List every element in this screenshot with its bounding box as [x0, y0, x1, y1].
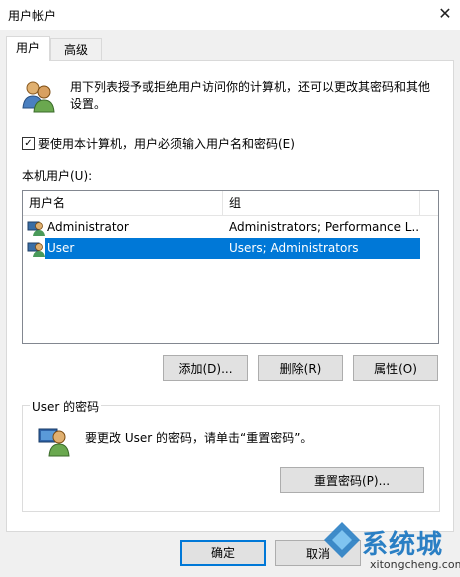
tab-users[interactable]: 用户 [6, 36, 50, 61]
header-divider [23, 215, 438, 216]
require-login-label[interactable]: 要使用本计算机，用户必须输入用户名和密码(E) [38, 135, 295, 152]
password-group-title: User 的密码 [30, 398, 102, 415]
users-list[interactable]: 用户名 组 Administrator Administrators; Perf… [22, 190, 439, 344]
row-group: Administrators; Performance L... [229, 220, 419, 234]
watermark-logo-icon [322, 520, 362, 560]
column-header-group[interactable]: 组 [223, 191, 420, 215]
close-button[interactable]: ✕ [432, 2, 458, 26]
reset-password-button[interactable]: 重置密码(P)... [280, 467, 424, 493]
watermark-brand: 系统城 [362, 530, 444, 560]
column-header-username[interactable]: 用户名 [23, 191, 223, 215]
require-login-checkbox[interactable]: ✓ [22, 137, 35, 150]
table-row-administrator[interactable]: Administrator Administrators; Performanc… [23, 217, 420, 238]
watermark-url: xitongcheng.com [370, 558, 460, 571]
add-user-button[interactable]: 添加(D)... [163, 355, 248, 381]
row-username: Administrator [47, 220, 129, 234]
remove-user-button[interactable]: 删除(R) [258, 355, 343, 381]
row-group: Users; Administrators [229, 241, 359, 255]
password-instruction: 要更改 User 的密码，请单击“重置密码”。 [85, 431, 313, 445]
user-row-icon [27, 240, 45, 257]
password-groupbox [22, 405, 440, 512]
window-title: 用户帐户 [8, 9, 57, 23]
row-username: User [47, 241, 75, 255]
users-icon [20, 78, 56, 114]
table-row-user[interactable]: User Users; Administrators [45, 238, 420, 259]
tab-advanced[interactable]: 高级 [50, 38, 102, 61]
description-text: 用下列表授予或拒绝用户访问你的计算机，还可以更改其密码和其他设置。 [70, 80, 431, 111]
ok-button[interactable]: 确定 [180, 540, 266, 566]
user-password-icon [38, 423, 72, 457]
user-row-icon [27, 219, 45, 236]
title-bar [0, 0, 460, 30]
users-list-label: 本机用户(U): [22, 169, 93, 183]
properties-button[interactable]: 属性(O) [353, 355, 438, 381]
